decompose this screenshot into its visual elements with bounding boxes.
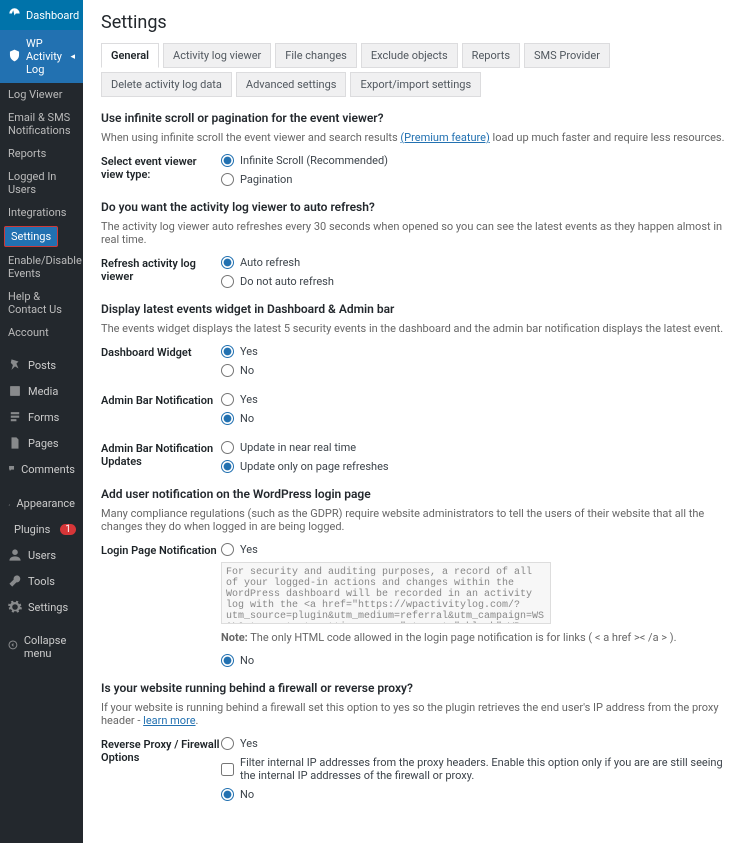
- sidebar-sub-settings[interactable]: Settings: [4, 226, 58, 247]
- collapse-icon: [8, 640, 18, 654]
- opt-update-realtime[interactable]: Update in near real time: [221, 441, 732, 454]
- sidebar-sub-logged-in[interactable]: Logged In Users: [0, 165, 83, 201]
- sidebar-dashboard[interactable]: Dashboard: [0, 0, 83, 30]
- login-note: Note: The only HTML code allowed in the …: [221, 631, 732, 644]
- shield-icon: [8, 49, 21, 65]
- tab-advanced[interactable]: Advanced settings: [236, 72, 347, 97]
- pin-icon: [8, 358, 22, 372]
- main-content: Settings General Activity log viewer Fil…: [83, 0, 750, 843]
- section-scroll-heading: Use infinite scroll or pagination for th…: [101, 111, 732, 125]
- section-widget-heading: Display latest events widget in Dashboar…: [101, 302, 732, 316]
- sidebar-users[interactable]: Users: [0, 542, 83, 568]
- opt-login-no[interactable]: No: [221, 654, 732, 667]
- opt-update-refresh[interactable]: Update only on page refreshes: [221, 460, 732, 473]
- sidebar-forms[interactable]: Forms: [0, 404, 83, 430]
- sidebar-sub-integrations[interactable]: Integrations: [0, 201, 83, 224]
- sidebar-tools[interactable]: Tools: [0, 568, 83, 594]
- tab-activity-viewer[interactable]: Activity log viewer: [163, 43, 271, 68]
- learn-more-link[interactable]: learn more: [143, 714, 195, 727]
- sidebar-plugins[interactable]: Plugins1: [0, 516, 83, 542]
- opt-ab-yes[interactable]: Yes: [221, 393, 732, 406]
- sidebar-sub-log-viewer[interactable]: Log Viewer: [0, 83, 83, 106]
- brush-icon: [8, 496, 10, 510]
- opt-no-refresh[interactable]: Do not auto refresh: [221, 275, 732, 288]
- opt-auto-refresh[interactable]: Auto refresh: [221, 256, 732, 269]
- section-widget-desc: The events widget displays the latest 5 …: [101, 322, 732, 335]
- gauge-icon: [8, 7, 21, 23]
- dashboard-widget-label: Dashboard Widget: [101, 345, 221, 383]
- section-scroll-desc: When using infinite scroll the event vie…: [101, 131, 732, 144]
- section-proxy-desc: If your website is running behind a fire…: [101, 701, 732, 727]
- settings-tabs: General Activity log viewer File changes…: [101, 43, 732, 97]
- sidebar-pages[interactable]: Pages: [0, 430, 83, 456]
- login-notification-label: Login Page Notification: [101, 543, 221, 673]
- page-icon: [8, 436, 22, 450]
- opt-pagination[interactable]: Pagination: [221, 173, 732, 186]
- tab-reports[interactable]: Reports: [462, 43, 520, 68]
- login-notice-textarea[interactable]: [221, 562, 551, 624]
- opt-dw-no[interactable]: No: [221, 364, 732, 377]
- update-badge: 1: [60, 524, 76, 535]
- page-title: Settings: [101, 12, 732, 33]
- tab-file-changes[interactable]: File changes: [275, 43, 357, 68]
- opt-proxy-yes[interactable]: Yes: [221, 737, 732, 750]
- sidebar-sub-notifications[interactable]: Email & SMS Notifications: [0, 106, 83, 142]
- opt-proxy-filter[interactable]: Filter internal IP addresses from the pr…: [221, 756, 732, 782]
- opt-proxy-no[interactable]: No: [221, 788, 732, 801]
- sidebar-settings[interactable]: Settings: [0, 594, 83, 620]
- chevron-left-icon: ◂: [70, 52, 75, 62]
- sidebar-posts[interactable]: Posts: [0, 352, 83, 378]
- gear-icon: [8, 600, 22, 614]
- opt-ab-no[interactable]: No: [221, 412, 732, 425]
- opt-dw-yes[interactable]: Yes: [221, 345, 732, 358]
- section-proxy-heading: Is your website running behind a firewal…: [101, 681, 732, 695]
- sidebar-media[interactable]: Media: [0, 378, 83, 404]
- tab-general[interactable]: General: [101, 43, 159, 68]
- tab-export-import[interactable]: Export/import settings: [350, 72, 481, 97]
- proxy-label: Reverse Proxy / Firewall Options: [101, 737, 221, 807]
- sidebar-comments[interactable]: Comments: [0, 456, 83, 482]
- sidebar-plugin-header[interactable]: WP Activity Log ◂: [0, 30, 83, 83]
- user-icon: [8, 548, 22, 562]
- media-icon: [8, 384, 22, 398]
- tab-exclude[interactable]: Exclude objects: [361, 43, 458, 68]
- tool-icon: [8, 574, 22, 588]
- adminbar-label: Admin Bar Notification: [101, 393, 221, 431]
- comment-icon: [8, 462, 15, 476]
- sidebar-sub-enable-disable[interactable]: Enable/Disable Events: [0, 249, 83, 285]
- forms-icon: [8, 410, 22, 424]
- section-refresh-heading: Do you want the activity log viewer to a…: [101, 200, 732, 214]
- sidebar-collapse[interactable]: Collapse menu: [0, 628, 83, 666]
- admin-sidebar: Dashboard WP Activity Log ◂ Log Viewer E…: [0, 0, 83, 843]
- view-type-label: Select event viewer view type:: [101, 154, 221, 192]
- sidebar-sub-account[interactable]: Account: [0, 321, 83, 344]
- refresh-label: Refresh activity log viewer: [101, 256, 221, 294]
- tab-delete-data[interactable]: Delete activity log data: [101, 72, 232, 97]
- adminbar-updates-label: Admin Bar Notification Updates: [101, 441, 221, 479]
- section-login-desc: Many compliance regulations (such as the…: [101, 507, 732, 533]
- sidebar-appearance[interactable]: Appearance: [0, 490, 83, 516]
- opt-infinite-scroll[interactable]: Infinite Scroll (Recommended): [221, 154, 732, 167]
- tab-sms[interactable]: SMS Provider: [524, 43, 610, 68]
- opt-login-yes[interactable]: Yes: [221, 543, 732, 556]
- sidebar-sub-reports[interactable]: Reports: [0, 142, 83, 165]
- section-refresh-desc: The activity log viewer auto refreshes e…: [101, 220, 732, 246]
- premium-link[interactable]: (Premium feature): [400, 131, 489, 144]
- sidebar-sub-help[interactable]: Help & Contact Us: [0, 285, 83, 321]
- section-login-heading: Add user notification on the WordPress l…: [101, 487, 732, 501]
